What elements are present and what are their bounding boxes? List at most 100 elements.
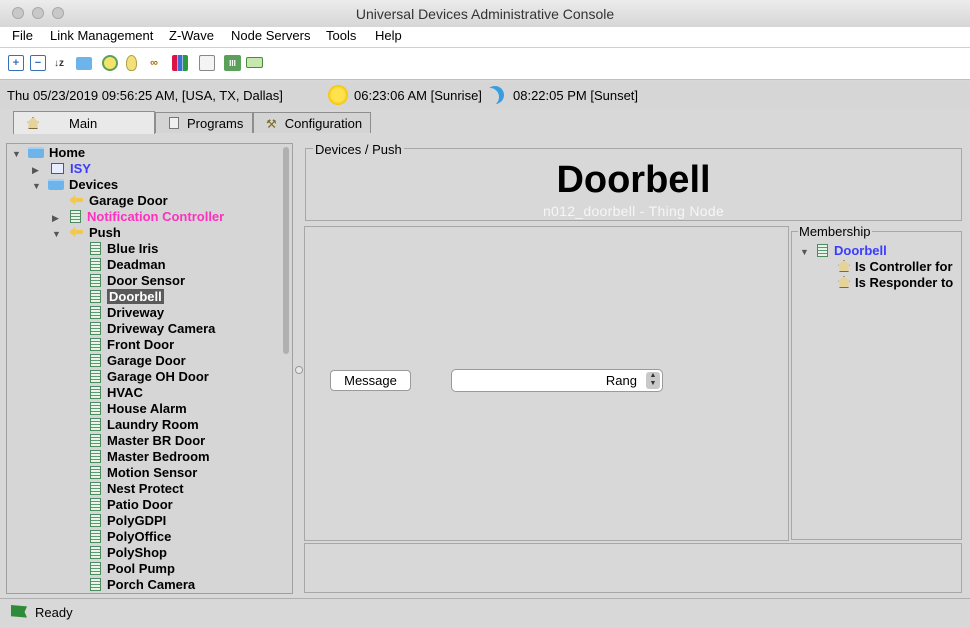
node-icon — [90, 258, 101, 271]
bottom-panel — [304, 543, 962, 593]
membership-responder[interactable]: Is Responder to — [838, 275, 953, 291]
tree-node[interactable]: Front Door — [87, 337, 174, 353]
tree-node[interactable]: Driveway Camera — [87, 321, 215, 337]
tree-scrollbar[interactable] — [283, 147, 289, 354]
tree-push-label: Push — [89, 225, 121, 240]
menu-link-management[interactable]: Link Management — [50, 28, 153, 43]
tree-node[interactable]: Door Sensor — [87, 273, 185, 289]
tree-node[interactable]: Garage OH Door — [87, 369, 209, 385]
tree-node-label: Deadman — [107, 257, 166, 272]
tree-node-label: Driveway Camera — [107, 321, 216, 336]
node-icon — [90, 290, 101, 303]
tree-node-label: Garage OH Door — [107, 369, 209, 384]
sort-az-icon[interactable]: ↓z — [51, 55, 67, 71]
expand-all-icon[interactable]: + — [8, 55, 24, 71]
tree-node[interactable]: Patio Door — [87, 497, 173, 513]
sunrise-time: 06:23:06 AM [Sunrise] — [354, 88, 482, 103]
tab-bar: Main Programs ⚒ Configuration — [0, 109, 970, 135]
collapse-icon[interactable]: ▼ — [52, 229, 61, 239]
folder-icon[interactable] — [76, 57, 92, 70]
tree-node-label: Front Door — [107, 337, 175, 352]
tree-node[interactable]: Laundry Room — [87, 417, 199, 433]
collapse-icon[interactable]: ▼ — [800, 247, 809, 257]
tree-isy[interactable]: ISY — [51, 161, 91, 177]
expand-icon[interactable]: ▶ — [32, 165, 39, 176]
membership-label: Membership — [798, 224, 872, 239]
node-icon — [90, 274, 101, 287]
tree-node-label: Nest Protect — [107, 481, 184, 496]
link-icon[interactable]: ∞ — [146, 55, 162, 71]
tree-node[interactable]: PolyOffice — [87, 529, 171, 545]
node-icon — [90, 514, 101, 527]
tab-configuration[interactable]: ⚒ Configuration — [253, 112, 371, 133]
tree-devices[interactable]: Devices — [48, 177, 118, 193]
device-tree: ▼ Home ▶ ISY ▼ Devices Garage Door ▶ Not… — [6, 143, 293, 594]
tree-push[interactable]: Push — [69, 225, 121, 241]
node-icon — [90, 578, 101, 591]
tree-node[interactable]: Motion Sensor — [87, 465, 197, 481]
isy-icon — [51, 163, 64, 174]
tab-configuration-label: Configuration — [284, 115, 363, 131]
tree-node[interactable]: Nest Protect — [87, 481, 184, 497]
expand-icon[interactable]: ▶ — [52, 213, 59, 224]
tree-node-label: PolyOffice — [107, 529, 172, 544]
tree-notification-controller[interactable]: Notification Controller — [67, 209, 224, 225]
node-icon — [90, 322, 101, 335]
meter-icon[interactable]: III — [224, 55, 241, 71]
tree-node[interactable]: Driveway — [87, 305, 164, 321]
collapse-all-icon[interactable]: − — [30, 55, 46, 71]
tree-node-label: Blue Iris — [107, 241, 159, 256]
collapse-icon[interactable]: ▼ — [32, 181, 41, 191]
tree-node[interactable]: Pool Pump — [87, 561, 175, 577]
tree-node[interactable]: PolyGDPI — [87, 513, 166, 529]
tab-main[interactable]: Main — [13, 111, 155, 134]
tree-garage-door-scene[interactable]: Garage Door — [69, 193, 168, 209]
flag-icon — [11, 605, 27, 618]
node-header: Devices / Push Doorbell n012_doorbell - … — [305, 142, 962, 221]
message-button[interactable]: Message — [330, 370, 411, 391]
tree-node[interactable]: House Alarm — [87, 401, 187, 417]
node-icon — [90, 466, 101, 479]
message-select[interactable]: Rang ▲ ▼ — [451, 369, 663, 392]
tree-home[interactable]: Home — [28, 145, 85, 161]
tree-node[interactable]: Blue Iris — [87, 241, 158, 257]
menu-node-servers[interactable]: Node Servers — [231, 28, 310, 43]
network-icon[interactable] — [102, 55, 118, 71]
sun-icon — [328, 85, 348, 105]
tree-node[interactable]: Garage Door — [87, 353, 186, 369]
tree-node[interactable]: Porch Camera — [87, 577, 195, 593]
node-title: Doorbell — [556, 159, 711, 201]
splitter-handle[interactable] — [295, 366, 303, 374]
tree-node-label: Laundry Room — [107, 417, 199, 432]
tree-node-label: Door Sensor — [107, 273, 186, 288]
menu-z-wave[interactable]: Z-Wave — [169, 28, 214, 43]
menu-file[interactable]: File — [12, 28, 33, 43]
notes-icon[interactable] — [199, 55, 215, 71]
chart-icon[interactable] — [172, 55, 188, 71]
node-icon — [90, 482, 101, 495]
lightbulb-icon[interactable] — [126, 55, 137, 71]
tree-node[interactable]: HVAC — [87, 385, 143, 401]
tree-node[interactable]: Doorbell — [87, 289, 164, 305]
sunset-time: 08:22:05 PM [Sunset] — [513, 88, 639, 103]
tab-programs[interactable]: Programs — [155, 112, 253, 133]
battery-icon[interactable] — [246, 57, 263, 68]
tree-garage-door-label: Garage Door — [89, 193, 168, 208]
node-icon — [90, 450, 101, 463]
membership-controller[interactable]: Is Controller for — [838, 259, 953, 275]
tree-isy-label: ISY — [70, 161, 91, 176]
tree-node[interactable]: Master BR Door — [87, 433, 205, 449]
tree-home-label: Home — [49, 145, 86, 160]
tree-node[interactable]: Master Bedroom — [87, 449, 210, 465]
window-title: Universal Devices Administrative Console — [355, 6, 615, 22]
tree-node[interactable]: PolyShop — [87, 545, 167, 561]
house-icon — [27, 117, 39, 129]
tab-programs-label: Programs — [187, 115, 244, 131]
collapse-icon[interactable]: ▼ — [12, 149, 21, 159]
house-icon — [838, 260, 850, 272]
menu-help[interactable]: Help — [375, 28, 402, 43]
membership-node[interactable]: Doorbell — [817, 243, 887, 259]
tree-node[interactable]: Deadman — [87, 257, 166, 273]
menu-tools[interactable]: Tools — [326, 28, 356, 43]
tree-node-label: House Alarm — [107, 401, 187, 416]
